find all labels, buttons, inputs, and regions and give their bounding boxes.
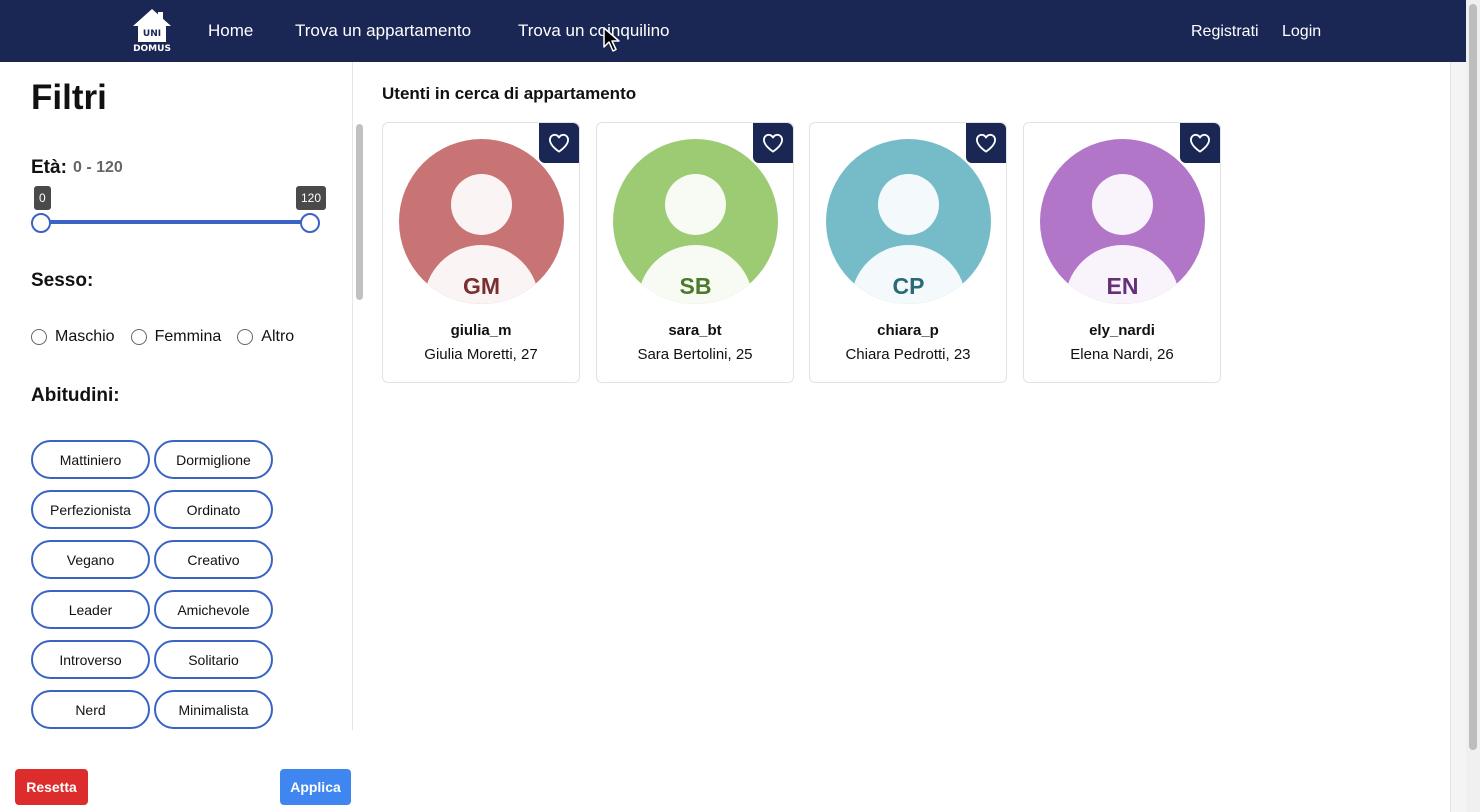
- window-scroll-thumb[interactable]: [1469, 4, 1477, 750]
- habit-chip[interactable]: Ordinato: [154, 490, 273, 529]
- filters-sidebar: Filtri Età: 0 - 120 0 120 Sesso: Maschio…: [0, 62, 366, 812]
- heart-icon: [763, 133, 783, 153]
- habit-chip[interactable]: Minimalista: [154, 690, 273, 729]
- mouse-cursor-icon: [603, 27, 620, 52]
- radio-button[interactable]: [31, 329, 47, 345]
- sidebar-scroll-thumb[interactable]: [356, 124, 363, 300]
- habit-chip[interactable]: Solitario: [154, 640, 273, 679]
- habit-chip[interactable]: Introverso: [31, 640, 150, 679]
- reset-button[interactable]: Resetta: [15, 769, 88, 805]
- card-username: sara_bt: [668, 322, 722, 339]
- radio-femmina[interactable]: Femmina: [130, 328, 222, 346]
- nav-find-apartment-link[interactable]: Trova un appartamento: [295, 21, 471, 41]
- favorite-button[interactable]: [966, 123, 1006, 163]
- sex-label: Sesso:: [31, 270, 94, 291]
- habits-chip-group: Mattiniero Dormiglione Perfezionista Ord…: [31, 440, 281, 729]
- radio-altro[interactable]: Altro: [237, 328, 294, 346]
- card-fullname-age: Sara Bertolini, 25: [637, 346, 753, 363]
- age-min-tooltip: 0: [34, 186, 51, 210]
- age-label: Età:: [31, 157, 67, 178]
- habit-chip[interactable]: Perfezionista: [31, 490, 150, 529]
- habit-chip[interactable]: Leader: [31, 590, 150, 629]
- filters-scroll-area: Filtri Età: 0 - 120 0 120 Sesso: Maschio…: [0, 62, 352, 730]
- nav-home-link[interactable]: Home: [208, 21, 253, 41]
- heart-icon: [549, 133, 569, 153]
- radio-button[interactable]: [237, 329, 254, 345]
- user-card[interactable]: CP chiara_p Chiara Pedrotti, 23: [809, 122, 1007, 383]
- favorite-button[interactable]: [753, 123, 793, 163]
- card-username: ely_nardi: [1089, 322, 1155, 339]
- favorite-button[interactable]: [1180, 123, 1220, 163]
- habit-chip[interactable]: Amichevole: [154, 590, 273, 629]
- avatar-head-shape: [665, 174, 726, 235]
- top-navbar: UNI DOMUS Home Trova un appartamento Tro…: [0, 0, 1466, 62]
- habit-chip[interactable]: Nerd: [31, 690, 150, 729]
- card-fullname-age: Elena Nardi, 26: [1070, 346, 1174, 363]
- logo-text-domus: DOMUS: [133, 44, 171, 54]
- habits-label: Abitudini:: [31, 385, 120, 406]
- radio-label: Femmina: [154, 328, 222, 345]
- avatar-head-shape: [451, 174, 512, 235]
- filters-title: Filtri: [31, 78, 107, 117]
- habit-chip[interactable]: Creativo: [154, 540, 273, 579]
- user-card[interactable]: SB sara_bt Sara Bertolini, 25: [596, 122, 794, 383]
- avatar-head-shape: [1092, 174, 1153, 235]
- avatar-head-shape: [878, 174, 939, 235]
- age-min-handle[interactable]: [31, 213, 51, 233]
- age-max-handle[interactable]: [300, 213, 320, 233]
- register-link[interactable]: Registrati: [1191, 22, 1259, 42]
- card-username: giulia_m: [450, 322, 512, 339]
- age-range-value: 0 - 120: [73, 159, 123, 176]
- avatar: SB: [613, 139, 778, 304]
- heart-icon: [1189, 133, 1210, 153]
- sidebar-scrollbar[interactable]: [352, 62, 366, 730]
- user-card[interactable]: GM giulia_m Giulia Moretti, 27: [382, 122, 580, 383]
- habit-chip[interactable]: Mattiniero: [31, 440, 150, 479]
- card-fullname-age: Giulia Moretti, 27: [424, 346, 538, 363]
- user-card[interactable]: EN ely_nardi Elena Nardi, 26: [1023, 122, 1221, 383]
- unidomus-logo[interactable]: UNI DOMUS: [132, 8, 172, 56]
- window-scrollbar[interactable]: [1466, 0, 1480, 812]
- login-link[interactable]: Login: [1282, 22, 1321, 42]
- radio-button[interactable]: [130, 329, 147, 345]
- apply-button[interactable]: Applica: [280, 769, 351, 805]
- nav-find-roommate-link[interactable]: Trova un coinquilino: [518, 21, 670, 41]
- habit-chip[interactable]: Vegano: [31, 540, 150, 579]
- avatar-initials: GM: [462, 273, 501, 299]
- radio-maschio[interactable]: Maschio: [31, 328, 115, 346]
- habit-chip[interactable]: Dormiglione: [154, 440, 273, 479]
- avatar: EN: [1040, 139, 1205, 304]
- avatar: GM: [399, 139, 564, 304]
- right-gutter: [1450, 62, 1466, 812]
- heart-icon: [976, 133, 996, 153]
- avatar: CP: [826, 139, 991, 304]
- favorite-button[interactable]: [539, 123, 579, 163]
- avatar-initials: CP: [892, 273, 925, 299]
- main-content: Utenti in cerca di appartamento GM giuli…: [366, 62, 1450, 812]
- age-max-tooltip: 120: [296, 186, 327, 210]
- age-slider-track[interactable]: [41, 220, 310, 224]
- sex-radio-group: Maschio Femmina Altro: [31, 328, 310, 346]
- radio-label: Altro: [261, 328, 295, 345]
- avatar-initials: EN: [1106, 273, 1139, 299]
- radio-label: Maschio: [55, 328, 115, 345]
- logo-text-uni: UNI: [142, 29, 162, 39]
- avatar-initials: SB: [679, 273, 712, 299]
- page-title: Utenti in cerca di appartamento: [382, 84, 637, 103]
- card-username: chiara_p: [877, 322, 939, 339]
- card-fullname-age: Chiara Pedrotti, 23: [845, 346, 971, 363]
